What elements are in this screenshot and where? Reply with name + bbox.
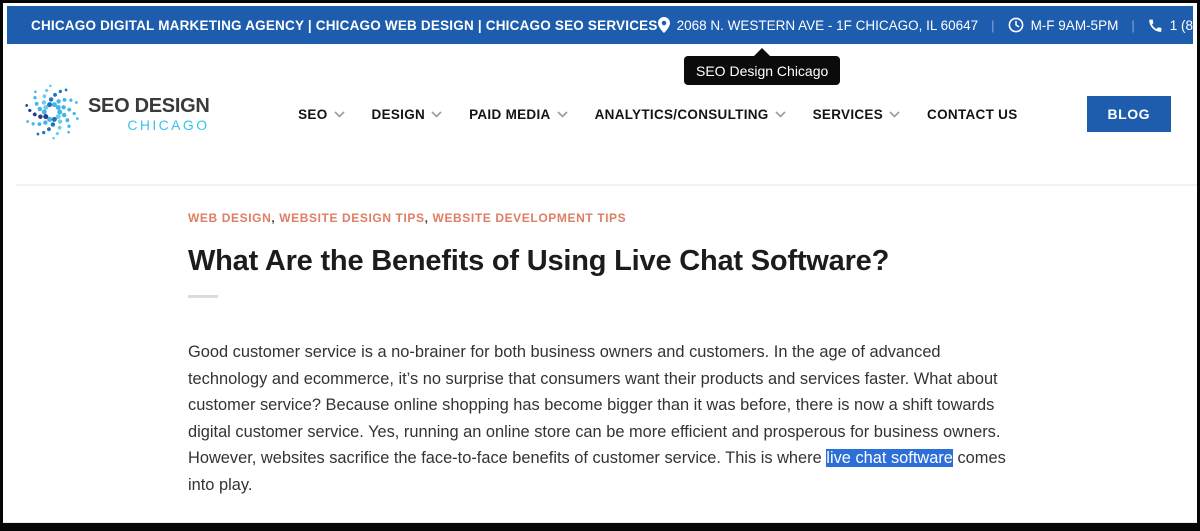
live-chat-software-link-highlighted[interactable]: live chat software [826,449,953,467]
main-nav: SEO DESIGN PAID MEDIA ANALYTICS/CONSULTI… [298,96,1171,132]
article-content: WEB DESIGN, WEBSITE DESIGN TIPS, WEBSITE… [3,186,1197,499]
logo-spiral-icon [23,83,81,146]
chevron-down-icon [775,111,786,118]
category-separator: , [425,211,433,225]
nav-label: SERVICES [813,107,883,122]
chevron-down-icon [431,111,442,118]
phone-icon [1148,18,1163,33]
category-link-website-design-tips[interactable]: WEBSITE DESIGN TIPS [279,211,424,225]
nav-label: PAID MEDIA [469,107,551,122]
topbar-separator: | [991,18,994,33]
logo-line1: SEO DESIGN [88,95,209,118]
bottom-divider [3,522,1197,523]
category-link-web-design[interactable]: WEB DESIGN [188,211,271,225]
site-header: SEO DESIGN CHICAGO SEO DESIGN PAID MEDIA… [3,44,1197,184]
title-dash-divider [188,295,218,298]
clock-icon [1008,17,1024,33]
chevron-down-icon [557,111,568,118]
topbar: CHICAGO DIGITAL MARKETING AGENCY | CHICA… [7,6,1193,44]
nav-item-seo[interactable]: SEO [298,107,344,122]
nav-item-design[interactable]: DESIGN [372,107,443,122]
page-title: What Are the Benefits of Using Live Chat… [188,245,1197,278]
blog-button[interactable]: BLOG [1087,96,1171,132]
chevron-down-icon [334,111,345,118]
chevron-down-icon [889,111,900,118]
article-paragraph: Good customer service is a no-brainer fo… [188,339,1012,499]
topbar-address[interactable]: 2068 N. WESTERN AVE - 1F CHICAGO, IL 606… [658,17,979,33]
topbar-hours: M-F 9AM-5PM [1008,17,1119,33]
logo-line2: CHICAGO [88,117,209,133]
nav-label: CONTACT US [927,107,1018,122]
nav-label: DESIGN [372,107,426,122]
category-link-website-development-tips[interactable]: WEBSITE DEVELOPMENT TIPS [433,211,627,225]
tooltip-text: SEO Design Chicago [696,63,828,79]
logo-text: SEO DESIGN CHICAGO [88,95,209,133]
topbar-contact-info: 2068 N. WESTERN AVE - 1F CHICAGO, IL 606… [658,17,1200,33]
category-links: WEB DESIGN, WEBSITE DESIGN TIPS, WEBSITE… [188,211,1197,225]
link-tooltip: SEO Design Chicago [684,56,840,85]
topbar-title: CHICAGO DIGITAL MARKETING AGENCY | CHICA… [31,18,658,33]
map-pin-icon [658,17,670,33]
nav-item-services[interactable]: SERVICES [813,107,900,122]
site-logo[interactable]: SEO DESIGN CHICAGO [23,83,209,146]
nav-item-analytics-consulting[interactable]: ANALYTICS/CONSULTING [595,107,786,122]
topbar-hours-text: M-F 9AM-5PM [1031,18,1119,33]
topbar-separator: | [1131,18,1134,33]
tooltip-arrow-icon [754,48,770,56]
nav-item-paid-media[interactable]: PAID MEDIA [469,107,568,122]
nav-item-contact-us[interactable]: CONTACT US [927,107,1018,122]
topbar-address-text: 2068 N. WESTERN AVE - 1F CHICAGO, IL 606… [677,18,979,33]
browser-page: CHICAGO DIGITAL MARKETING AGENCY | CHICA… [0,0,1200,531]
nav-label: ANALYTICS/CONSULTING [595,107,769,122]
nav-label: SEO [298,107,327,122]
topbar-phone-text: 1 (872) 213-7314 [1170,18,1200,33]
topbar-phone[interactable]: 1 (872) 213-7314 [1148,18,1200,33]
